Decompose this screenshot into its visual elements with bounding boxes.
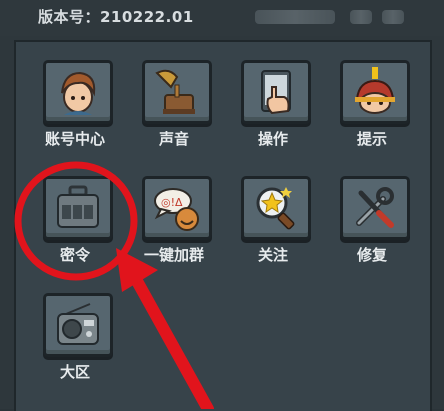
svg-text:◎!Δ: ◎!Δ [161, 196, 183, 209]
region-label: 大区 [59, 363, 90, 381]
repair-button[interactable] [340, 176, 410, 240]
sound-label: 声音 [158, 130, 189, 148]
tile [43, 60, 113, 124]
hand-tap-icon [261, 70, 291, 115]
follow-button[interactable] [241, 176, 311, 240]
tips-label: 提示 [356, 130, 387, 148]
tile [43, 176, 113, 240]
cipher-lock-icon [57, 185, 99, 228]
tile [142, 60, 212, 124]
account-avatar-icon [61, 71, 96, 115]
tile [340, 60, 410, 124]
account-center-button[interactable] [43, 60, 113, 124]
join-group-button[interactable]: ◎!Δ [142, 176, 212, 240]
tile: ◎!Δ [142, 176, 212, 240]
cipher-label: 密令 [59, 246, 90, 264]
redacted-blur [255, 10, 335, 24]
sound-button[interactable] [142, 60, 212, 124]
follow-label: 关注 [257, 246, 288, 264]
tip-helmet-icon [355, 67, 395, 114]
redacted-blur [382, 10, 404, 24]
header-bar: 版本号：210222.01 [0, 0, 444, 36]
tile [43, 293, 113, 357]
region-button[interactable] [43, 293, 113, 357]
gramophone-icon [155, 69, 195, 114]
magnifier-star-icon [256, 187, 295, 230]
tile [241, 60, 311, 124]
controls-button[interactable] [241, 60, 311, 124]
tile [340, 176, 410, 240]
account-center-label: 账号中心 [44, 130, 105, 148]
join-group-label: 一键加群 [143, 246, 204, 264]
redacted-blur [350, 10, 372, 24]
tools-wrench-icon [356, 187, 394, 228]
radio-icon [57, 303, 99, 345]
controls-label: 操作 [257, 130, 288, 148]
version-label: 版本号：210222.01 [38, 8, 194, 26]
tips-button[interactable] [340, 60, 410, 124]
tile [241, 176, 311, 240]
speech-bubble-icon: ◎!Δ [154, 188, 199, 231]
repair-label: 修复 [356, 246, 387, 264]
cipher-button[interactable] [43, 176, 113, 240]
